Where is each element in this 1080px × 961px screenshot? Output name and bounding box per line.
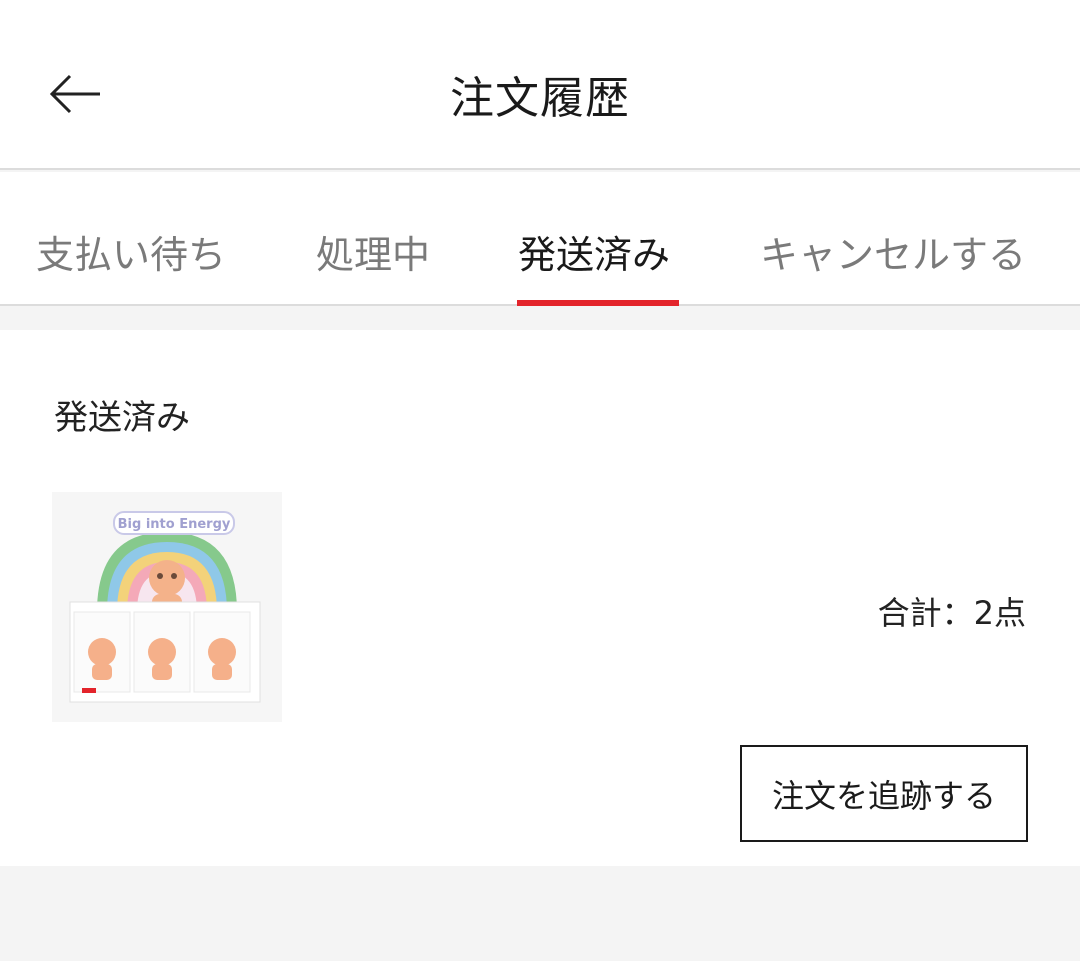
order-total: 合計：2点 — [877, 594, 1026, 632]
track-order-button[interactable]: 注文を追跡する — [740, 745, 1028, 842]
product-image: Big into Energy — [52, 492, 282, 722]
tab-awaiting-payment[interactable]: 支払い待ち — [36, 224, 226, 279]
page-title: 注文履歴 — [450, 73, 630, 124]
tab-shipped[interactable]: 発送済み — [518, 224, 670, 279]
order-card: 発送済み Big into Energy 合計：2点 注文を追跡する — [0, 330, 1080, 866]
app-header: 注文履歴 — [0, 0, 1080, 170]
order-status-tabs: 支払い待ち 処理中 発送済み キャンセルする — [0, 172, 1080, 306]
tab-processing[interactable]: 処理中 — [316, 224, 430, 279]
product-thumbnail[interactable]: Big into Energy — [52, 492, 282, 722]
order-status-label: 発送済み — [54, 398, 190, 438]
active-tab-indicator — [517, 300, 679, 306]
tab-cancel[interactable]: キャンセルする — [760, 224, 1026, 279]
svg-text:Big into Energy: Big into Energy — [118, 517, 231, 532]
